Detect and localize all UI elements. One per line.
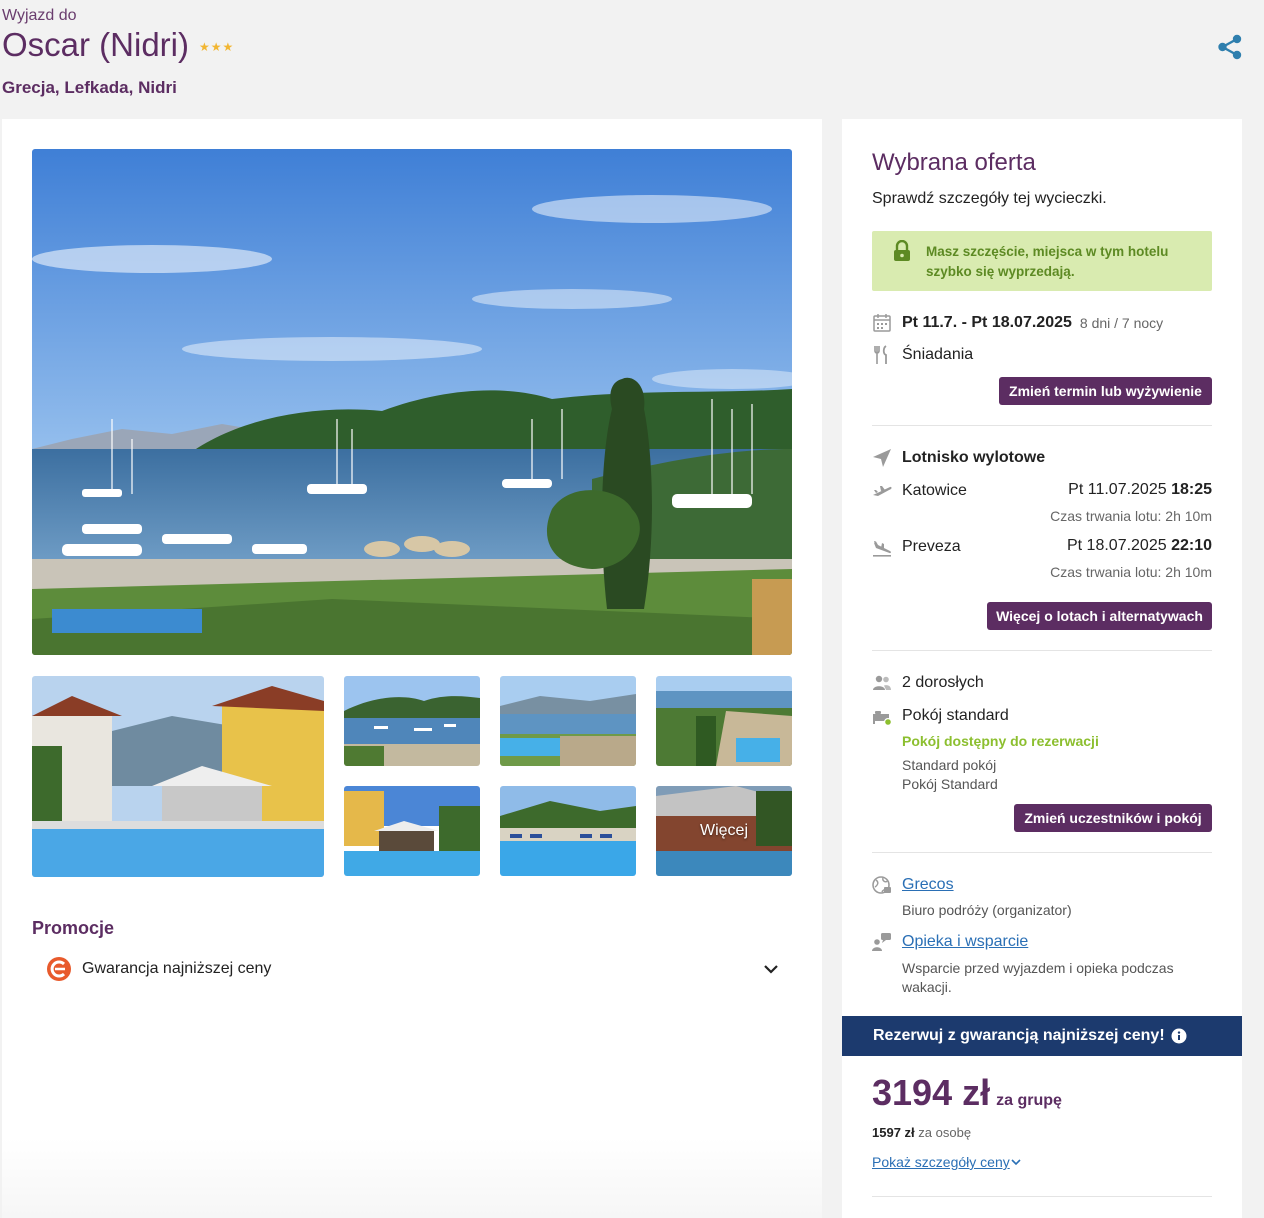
change-date-button[interactable]: Zmień termin lub wyżywienie <box>999 377 1212 405</box>
cutlery-icon <box>874 345 887 364</box>
organizer-row: Grecos <box>872 875 954 895</box>
total-price: 3194 zł <box>872 1072 991 1113</box>
title-row: Oscar (Nidri) ★★★ <box>2 26 234 64</box>
outbound-duration: Czas trwania lotu: 2h 10m <box>1050 508 1212 524</box>
gallery-card: Więcej Promocje Gwarancja najniższej cen… <box>2 119 822 1218</box>
gallery-thumb-pool-aerial[interactable] <box>656 676 792 766</box>
chevron-down-icon <box>1011 1159 1021 1166</box>
guarantee-band: Rezerwuj z gwarancją najniższej ceny! <box>842 1016 1242 1056</box>
gallery-thumb-pool[interactable] <box>500 786 636 876</box>
room-type: Pokój standard <box>902 707 1009 724</box>
gallery-thumb-restaurant[interactable] <box>344 786 480 876</box>
lock-icon <box>894 240 910 261</box>
support-link[interactable]: Opieka i wsparcie <box>902 933 1028 951</box>
availability-alert: Masz szczęście, miejsca w tym hotelu szy… <box>872 231 1212 291</box>
offer-subtitle: Sprawdź szczegóły tej wycieczki. <box>872 190 1107 207</box>
gallery-thumb-hotel[interactable] <box>32 676 324 877</box>
divider <box>872 1196 1212 1197</box>
gallery-thumb-bay[interactable] <box>344 676 480 766</box>
divider <box>872 425 1212 426</box>
outbound-row: Katowice <box>872 481 967 501</box>
travel-dates: Pt 11.7. - Pt 18.07.2025 <box>902 314 1072 331</box>
price-row: 3194 zł za grupę <box>872 1072 1062 1114</box>
outbound-datetime: Pt 11.07.2025 18:25 <box>1068 481 1212 499</box>
travellers-count: 2 dorosłych <box>902 674 984 691</box>
calendar-icon <box>873 314 891 332</box>
divider <box>872 650 1212 651</box>
room-status: Pokój dostępny do rezerwacji <box>902 733 1099 749</box>
support-icon <box>872 933 891 951</box>
flights-button[interactable]: Więcej o lotach i alternatywach <box>987 602 1212 630</box>
gallery-thumb-more[interactable]: Więcej <box>656 786 792 876</box>
room-detail-1: Standard pokój <box>902 757 997 773</box>
more-photos-label: Więcej <box>656 786 792 876</box>
airport-label: Lotnisko wylotowe <box>902 449 1046 466</box>
hero-photo[interactable] <box>32 149 792 655</box>
offer-title: Wybrana oferta <box>872 149 1036 176</box>
globe-icon <box>872 876 891 894</box>
organizer-desc: Biuro podróży (organizator) <box>902 902 1072 918</box>
takeoff-icon <box>873 486 892 496</box>
outbound-time: 18:25 <box>1171 481 1212 498</box>
info-icon[interactable] <box>1171 1028 1187 1044</box>
return-duration: Czas trwania lotu: 2h 10m <box>1050 564 1212 580</box>
organizer-link[interactable]: Grecos <box>902 876 954 894</box>
promo-logo-icon <box>47 957 71 981</box>
return-date: Pt 18.07.2025 <box>1066 537 1167 554</box>
return-city: Preveza <box>902 538 961 555</box>
gallery-thumb-pool-view[interactable] <box>500 676 636 766</box>
airport-row: Lotnisko wylotowe <box>872 448 1045 468</box>
plane-icon <box>873 449 891 467</box>
meal-row: Śniadania <box>872 345 973 365</box>
travel-duration: 8 dni / 7 nocy <box>1079 315 1164 331</box>
dates-row: Pt 11.7. - Pt 18.07.2025 8 dni / 7 nocy <box>872 313 1163 333</box>
guarantee-text: Rezerwuj z gwarancją najniższej ceny! <box>873 1027 1165 1044</box>
hotel-location: Grecja, Lefkada, Nidri <box>2 78 177 97</box>
change-participants-button[interactable]: Zmień uczestników i pokój <box>1014 804 1212 832</box>
bed-icon <box>873 711 892 726</box>
card-fade <box>2 1138 822 1218</box>
room-row: Pokój standard <box>872 706 1009 726</box>
travellers-row: 2 dorosłych <box>872 673 984 693</box>
hotel-title: Oscar (Nidri) <box>2 26 189 63</box>
meal-plan: Śniadania <box>902 346 974 363</box>
per-person-price: 1597 zł za osobę <box>872 1125 971 1140</box>
return-datetime: Pt 18.07.2025 22:10 <box>1067 537 1212 555</box>
support-row: Opieka i wsparcie <box>872 932 1028 952</box>
people-icon <box>873 675 891 690</box>
support-desc: Wsparcie przed wyjazdem i opieka podczas… <box>902 960 1174 995</box>
divider <box>872 852 1212 853</box>
return-time: 22:10 <box>1171 537 1212 554</box>
show-price-details-link[interactable]: Pokaż szczegóły ceny <box>872 1154 1022 1170</box>
return-row: Preveza <box>872 537 961 557</box>
show-details-label: Pokaż szczegóły ceny <box>872 1154 1010 1170</box>
alert-text: Masz szczęście, miejsca w tym hotelu szy… <box>926 244 1169 279</box>
outbound-city: Katowice <box>902 482 967 499</box>
promotions-title: Promocje <box>32 918 115 938</box>
pre-title: Wyjazd do <box>2 7 77 24</box>
outbound-date: Pt 11.07.2025 <box>1068 481 1167 498</box>
star-rating: ★★★ <box>199 40 235 54</box>
chevron-down-icon[interactable] <box>762 960 780 978</box>
landing-icon <box>873 541 891 557</box>
page-header: Wyjazd do Oscar (Nidri) ★★★ Grecja, Lefk… <box>0 0 1264 110</box>
per-person-label: za osobę <box>918 1125 972 1140</box>
per-person-value: 1597 zł <box>872 1125 915 1140</box>
promotion-label: Gwarancja najniższej ceny <box>82 960 272 977</box>
promotion-item[interactable]: Gwarancja najniższej ceny <box>32 954 792 984</box>
price-unit: za grupę <box>996 1092 1062 1109</box>
room-detail-2: Pokój Standard <box>902 776 998 792</box>
share-icon[interactable] <box>1216 33 1244 61</box>
